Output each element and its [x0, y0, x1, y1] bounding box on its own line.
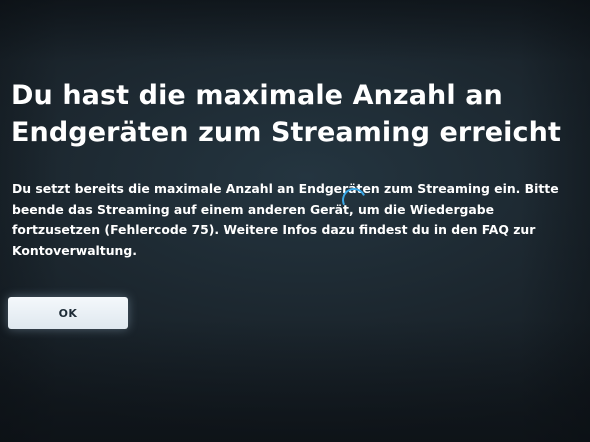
streaming-limit-dialog: Du hast die maximale Anzahl an Endgeräte…	[0, 0, 590, 442]
dialog-message: Du setzt bereits die maximale Anzahl an …	[12, 179, 582, 261]
dialog-message-line-3: fortzusetzen (Fehlercode 75). Weitere In…	[12, 222, 536, 237]
dialog-title-line-1: Du hast die maximale Anzahl an	[11, 80, 503, 111]
dialog-title-line-2: Endgeräten zum Streaming erreicht	[11, 117, 561, 148]
dialog-title: Du hast die maximale Anzahl an Endgeräte…	[11, 77, 581, 151]
ok-button[interactable]: OK	[8, 297, 128, 329]
dialog-message-line-2: beende das Streaming auf einem anderen G…	[12, 201, 495, 217]
dialog-message-line-1: Du setzt bereits die maximale Anzahl an …	[12, 181, 559, 196]
dialog-message-line-4: Kontoverwaltung.	[12, 242, 137, 258]
